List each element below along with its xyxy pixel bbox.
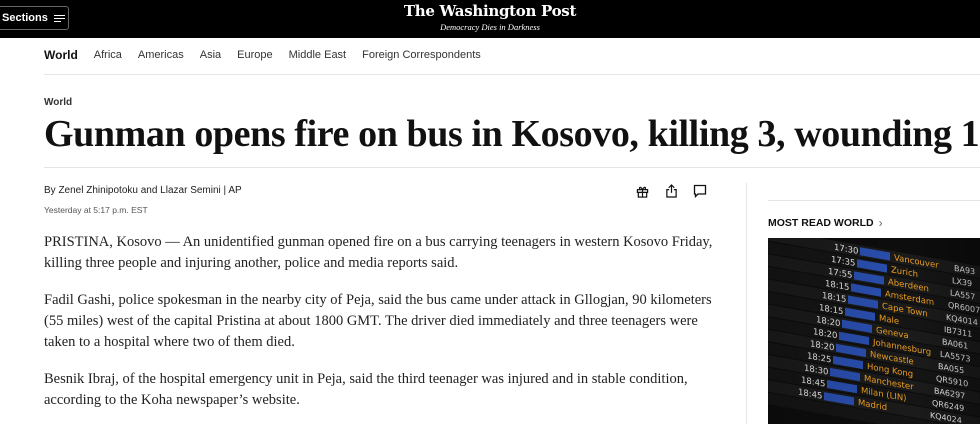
nav-foreign-correspondents[interactable]: Foreign Correspondents [362,49,481,62]
site-logo[interactable]: The Washington Post [0,2,980,20]
most-read-header[interactable]: MOST READ WORLD › [768,216,883,230]
article-body: PRISTINA, Kosovo — An unidentified gunma… [44,232,724,424]
nav-middle-east[interactable]: Middle East [289,49,346,62]
article-paragraph: Fadil Gashi, police spokesman in the nea… [44,292,712,350]
nav-africa[interactable]: Africa [94,49,122,62]
nav-americas[interactable]: Americas [138,49,184,62]
most-read-label: MOST READ WORLD [768,217,874,229]
article-headline: Gunman opens fire on bus in Kosovo, kill… [44,113,980,155]
site-tagline: Democracy Dies in Darkness [440,22,540,32]
article-byline: By Zenel Zhinipotoku and Llazar Semini |… [44,185,242,196]
share-tools [634,183,721,199]
article-paragraph: Besnik Ibraj, of the hospital emergency … [44,371,688,408]
article-paragraph: PRISTINA, Kosovo — An unidentified gunma… [44,234,713,271]
nav-world[interactable]: World [44,48,78,62]
section-nav: World Africa Americas Asia Europe Middle… [44,48,497,62]
nav-europe[interactable]: Europe [237,49,272,62]
divider [44,167,980,168]
article-timestamp: Yesterday at 5:17 p.m. EST [44,205,148,215]
article-kicker[interactable]: World [44,97,72,108]
top-bar: Sections The Washington Post Democracy D… [0,0,980,38]
comment-icon[interactable] [692,183,708,199]
divider [44,74,980,75]
share-icon[interactable] [663,183,679,199]
departure-board: 17:30VancouverBA9317:35ZurichLX3917:55Ab… [768,238,980,424]
nav-asia[interactable]: Asia [200,49,221,62]
departure-board-image[interactable]: 17:30VancouverBA9317:35ZurichLX3917:55Ab… [768,238,980,424]
masthead[interactable]: The Washington Post Democracy Dies in Da… [0,2,980,33]
gift-icon[interactable] [634,183,650,199]
chevron-right-icon: › [878,216,883,230]
column-divider [746,183,747,424]
divider [768,200,980,201]
